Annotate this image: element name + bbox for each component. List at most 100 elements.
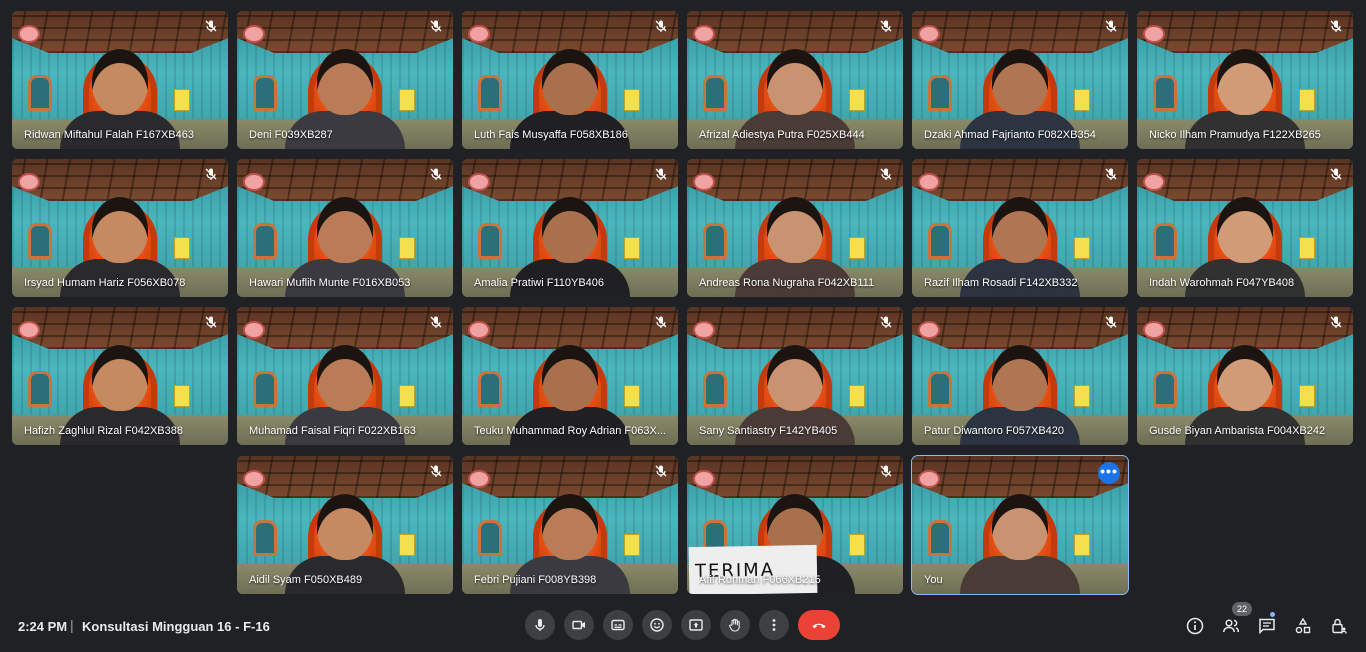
participant-tile[interactable]: TERIMA Afif Rohman F066XB215 [687,456,903,594]
captions-button[interactable] [603,610,633,640]
participant-face [542,494,598,560]
participant-tile[interactable]: Gusde Biyan Ambarista F004XB242 [1137,307,1353,445]
participant-tile[interactable]: Muhamad Faisal Fiqri F022XB163 [237,307,453,445]
camera-button[interactable] [564,610,594,640]
tile-more-options-button[interactable]: ••• [1098,462,1120,484]
background-window [703,223,727,259]
participant-tile[interactable]: Afrizal Adiestya Putra F025XB444 [687,11,903,149]
participant-name: Sany Santiastry F142YB405 [699,425,838,437]
participant-tile[interactable]: Febri Pujiani F008YB398 [462,456,678,594]
background-window [928,75,952,111]
participant-tile[interactable]: Dzaki Ahmad Fajrianto F082XB354 [912,11,1128,149]
leave-call-button[interactable] [798,610,840,640]
background-ceiling [462,307,678,349]
captions-icon [611,619,625,631]
background-window [703,75,727,111]
background-sponge [399,385,415,407]
activities-button[interactable] [1293,616,1313,636]
background-sponge [399,237,415,259]
participant-face [992,197,1048,263]
participant-tile[interactable]: Irsyad Humam Hariz F056XB078 [12,159,228,297]
background-window [28,75,52,111]
participant-name: Luth Fais Musyaffa F058XB186 [474,129,628,141]
background-ceiling [1137,11,1353,53]
lock-person-icon [1332,618,1347,634]
background-window [253,371,277,407]
background-ceiling [12,159,228,201]
background-ceiling [912,456,1128,498]
participant-name: Hafizh Zaghlul Rizal F042XB388 [24,425,183,437]
meeting-info-button[interactable] [1185,616,1205,636]
background-snail [468,321,490,339]
background-snail [243,173,265,191]
background-window [478,75,502,111]
mic-off-icon [879,167,893,181]
mic-off-icon [429,464,443,478]
present-button[interactable] [681,610,711,640]
participant-tile[interactable]: Andreas Rona Nugraha F042XB111 [687,159,903,297]
participant-tile[interactable]: Amalia Pratiwi F110YB406 [462,159,678,297]
participant-name: Indah Warohmah F047YB408 [1149,277,1295,289]
chat-button[interactable] [1257,616,1277,636]
held-sign: TERIMA [688,544,818,594]
background-snail [693,470,715,488]
participant-tile[interactable]: Patur Diwantoro F057XB420 [912,307,1128,445]
participant-tile[interactable]: Ridwan Miftahul Falah F167XB463 [12,11,228,149]
participant-tile[interactable]: Razif Ilham Rosadi F142XB332 [912,159,1128,297]
microphone-button[interactable] [525,610,555,640]
background-window [478,223,502,259]
meeting-title[interactable]: Konsultasi Mingguan 16 - F-16 [82,619,270,634]
more-options-button[interactable] [759,610,789,640]
participant-tile[interactable]: Nicko Ilham Pramudya F122XB265 [1137,11,1353,149]
participant-tile[interactable]: Teuku Muhammad Roy Adrian F063X... [462,307,678,445]
participant-tile[interactable]: Aidil Syam F050XB489 [237,456,453,594]
participant-face [1217,49,1273,115]
participant-face [317,197,373,263]
background-snail [243,25,265,43]
mic-off-icon [429,315,443,329]
participant-tile[interactable]: Deni F039XB287 [237,11,453,149]
participant-tile[interactable]: Indah Warohmah F047YB408 [1137,159,1353,297]
participant-face [992,345,1048,411]
background-ceiling [1137,307,1353,349]
background-snail [468,25,490,43]
background-ceiling [462,456,678,498]
self-video-tile[interactable]: ••• You [911,455,1129,595]
reactions-button[interactable] [642,610,672,640]
background-window [28,371,52,407]
raise-hand-button[interactable] [720,610,750,640]
participant-face [317,494,373,560]
background-snail [1143,25,1165,43]
divider: | [70,617,74,633]
background-sponge [174,385,190,407]
participant-name: You [924,574,943,586]
participant-tile[interactable]: Hawari Muflih Munte F016XB053 [237,159,453,297]
background-snail [918,25,940,43]
background-snail [468,173,490,191]
participant-face [317,49,373,115]
background-ceiling [237,456,453,498]
present-icon [689,619,703,631]
hand-icon [729,618,740,632]
participant-tile[interactable]: Hafizh Zaghlul Rizal F042XB388 [12,307,228,445]
people-button[interactable] [1221,616,1241,636]
mic-off-icon [654,315,668,329]
background-sponge [624,385,640,407]
mic-off-icon [1104,315,1118,329]
background-sponge [624,89,640,111]
host-controls-button[interactable] [1329,616,1349,636]
background-window [928,520,952,556]
background-snail [18,25,40,43]
background-ceiling [237,11,453,53]
background-sponge [849,385,865,407]
background-sponge [1299,237,1315,259]
participant-tile[interactable]: Sany Santiastry F142YB405 [687,307,903,445]
background-ceiling [462,159,678,201]
background-sponge [1074,385,1090,407]
background-window [703,371,727,407]
participant-name: Razif Ilham Rosadi F142XB332 [924,277,1078,289]
participant-tile[interactable]: Luth Fais Musyaffa F058XB186 [462,11,678,149]
mic-off-icon [429,167,443,181]
mic-off-icon [1104,19,1118,33]
participant-name: Nicko Ilham Pramudya F122XB265 [1149,129,1321,141]
